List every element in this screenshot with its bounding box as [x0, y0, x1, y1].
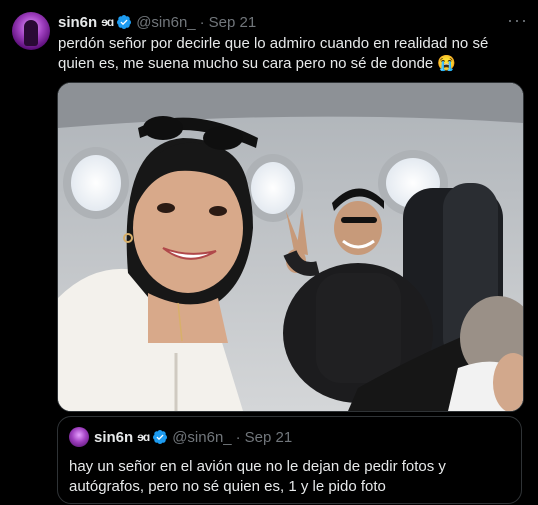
quoted-author-name: sin6n [94, 428, 134, 446]
quoted-author-name-emoji: ɘɑ [137, 430, 150, 444]
quoted-tweet-text: hay un señor en el avión que no le dejan… [69, 458, 446, 495]
author-name[interactable]: sin6n [58, 14, 97, 31]
author-name-emoji: ɘɑ [101, 15, 114, 29]
quoted-verified-badge-icon [153, 430, 168, 444]
tweet-date[interactable]: Sep 21 [209, 14, 257, 31]
tweet-media-photo[interactable] [57, 82, 524, 412]
quoted-author-handle: @sin6n_ [172, 428, 232, 446]
more-options-icon[interactable]: ··· [507, 10, 528, 31]
selfie-photo-illustration [58, 83, 523, 411]
quoted-tweet-date: Sep 21 [244, 428, 293, 446]
verified-badge-icon [117, 15, 132, 29]
tweet-header: sin6n ɘɑ @sin6n_ · Sep 21 [58, 12, 528, 32]
author-handle[interactable]: @sin6n_ [136, 14, 195, 31]
quoted-separator-dot: · [235, 428, 241, 446]
separator-dot: · [199, 13, 205, 31]
quoted-author-avatar [69, 427, 89, 447]
quoted-tweet[interactable]: sin6n ɘɑ @sin6n_ · Sep 21 hay un señor e… [57, 416, 522, 504]
author-avatar[interactable] [12, 12, 50, 50]
tweet-text: perdón señor por decirle que lo admiro c… [58, 35, 489, 72]
quoted-tweet-header: sin6n ɘɑ @sin6n_ · Sep 21 [94, 427, 292, 447]
